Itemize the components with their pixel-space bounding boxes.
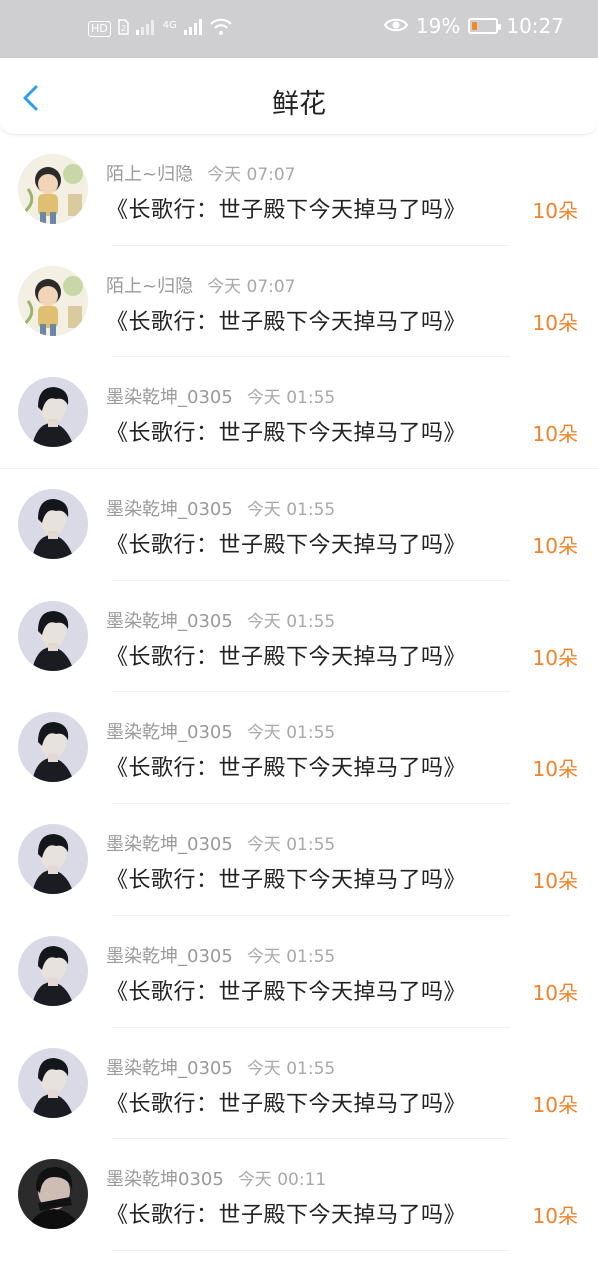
flower-count: 10朵 (532, 645, 578, 670)
avatar[interactable] (18, 824, 88, 895)
username[interactable]: 墨染乾坤0305 (106, 1169, 224, 1190)
book-title[interactable]: 《长歌行：世子殿下今天掉马了吗》 (106, 639, 466, 671)
book-title[interactable]: 《长歌行：世子殿下今天掉马了吗》 (106, 1086, 466, 1118)
avatar[interactable] (18, 154, 88, 224)
flower-count: 10朵 (532, 980, 578, 1005)
list-item[interactable]: 墨染乾坤_0305 今天 01:55 《长歌行：世子殿下今天掉马了吗》 10朵 (0, 804, 598, 916)
item-meta: 墨染乾坤0305 今天 00:11 (106, 1165, 326, 1191)
avatar[interactable] (18, 265, 88, 336)
hd-badge: HD (88, 21, 111, 37)
book-title[interactable]: 《长歌行：世子殿下今天掉马了吗》 (106, 750, 466, 782)
flower-count: 10朵 (532, 422, 578, 447)
timestamp: 今天 07:07 (207, 276, 296, 297)
avatar[interactable] (18, 935, 88, 1006)
avatar[interactable] (18, 377, 88, 448)
username[interactable]: 陌上~归隐 (106, 164, 193, 185)
username[interactable]: 墨染乾坤_0305 (106, 946, 233, 967)
battery-icon (468, 18, 502, 34)
list-item[interactable]: 陌上~归隐 今天 07:07 《长歌行：世子殿下今天掉马了吗》 10朵 (0, 246, 598, 358)
divider (112, 1249, 510, 1251)
timestamp: 今天 00:11 (237, 1170, 327, 1191)
flower-count: 10朵 (532, 310, 578, 335)
flower-count: 10朵 (532, 199, 578, 223)
avatar[interactable] (18, 489, 88, 560)
clock: 10:27 (506, 14, 564, 38)
username[interactable]: 墨染乾坤_0305 (106, 1058, 233, 1079)
list-item[interactable]: 墨染乾坤_0305 今天 01:55 《长歌行：世子殿下今天掉马了吗》 10朵 (0, 916, 598, 1028)
avatar[interactable] (18, 1159, 88, 1230)
list-item[interactable]: 墨染乾坤_0305 今天 01:55 《长歌行：世子殿下今天掉马了吗》 10朵 (0, 692, 598, 805)
item-meta: 墨染乾坤_0305 今天 01:55 (106, 830, 335, 856)
item-meta: 墨染乾坤_0305 今天 01:55 (106, 383, 335, 409)
book-title[interactable]: 《长歌行：世子殿下今天掉马了吗》 (106, 192, 466, 224)
book-title[interactable]: 《长歌行：世子殿下今天掉马了吗》 (106, 862, 466, 894)
signal-icon (135, 18, 157, 40)
book-title[interactable]: 《长歌行：世子殿下今天掉马了吗》 (106, 974, 466, 1006)
item-meta: 墨染乾坤_0305 今天 01:55 (106, 942, 335, 968)
book-title[interactable]: 《长歌行：世子殿下今天掉马了吗》 (106, 1197, 466, 1229)
timestamp: 今天 01:55 (246, 946, 336, 967)
svg-text:2: 2 (121, 24, 126, 33)
list-item[interactable]: 墨染乾坤0305 今天 00:11 《长歌行：世子殿下今天掉马了吗》 10朵 (0, 1139, 598, 1251)
item-meta: 墨染乾坤_0305 今天 01:55 (106, 607, 335, 633)
wifi-icon (209, 18, 233, 40)
list-item[interactable]: 墨染乾坤_0305 今天 01:55 《长歌行：世子殿下今天掉马了吗》 10朵 (0, 1028, 598, 1140)
avatar[interactable] (18, 1047, 88, 1118)
list-item[interactable]: 陌上~归隐 今天 07:07 《长歌行：世子殿下今天掉马了吗》 10朵 (0, 134, 598, 246)
flower-count: 10朵 (532, 757, 578, 782)
flower-count: 10朵 (532, 534, 578, 559)
page-title: 鲜花 (272, 89, 326, 120)
username[interactable]: 墨染乾坤_0305 (106, 611, 233, 632)
item-meta: 墨染乾坤_0305 今天 01:55 (106, 495, 335, 521)
flower-count: 10朵 (532, 869, 578, 894)
list-item[interactable]: 墨染乾坤_0305 今天 01:55 《长歌行：世子殿下今天掉马了吗》 10朵 (0, 581, 598, 693)
status-right-icons: 19% 10:27 (383, 14, 564, 38)
avatar[interactable] (18, 600, 88, 671)
sim-icon: 2 (117, 19, 129, 39)
timestamp: 今天 01:55 (246, 388, 336, 409)
list-item[interactable]: 墨染乾坤_0305 今天 01:55 《长歌行：世子殿下今天掉马了吗》 10朵 (0, 357, 598, 470)
timestamp: 今天 01:55 (246, 500, 336, 521)
username[interactable]: 陌上~归隐 (106, 276, 193, 297)
book-title[interactable]: 《长歌行：世子殿下今天掉马了吗》 (106, 415, 466, 447)
battery-level (472, 22, 477, 30)
timestamp: 今天 01:55 (246, 723, 336, 744)
username[interactable]: 墨染乾坤_0305 (106, 722, 233, 743)
item-meta: 陌上~归隐 今天 07:07 (106, 160, 296, 186)
eye-icon (383, 14, 409, 38)
list-item[interactable]: 墨染乾坤_0305 今天 01:55 《长歌行：世子殿下今天掉马了吗》 10朵 (0, 469, 598, 581)
gift-list: 陌上~归隐 今天 07:07 《长歌行：世子殿下今天掉马了吗》 10朵 陌上~归隐… (0, 134, 598, 1251)
status-bar: HD 2 4G 19% 10:27 (0, 0, 598, 58)
header: 鲜花 (0, 58, 598, 135)
book-title[interactable]: 《长歌行：世子殿下今天掉马了吗》 (106, 527, 466, 559)
item-meta: 墨染乾坤_0305 今天 01:55 (106, 1054, 335, 1080)
timestamp: 今天 01:55 (246, 835, 336, 856)
status-left-icons: HD 2 4G (88, 18, 233, 40)
book-title[interactable]: 《长歌行：世子殿下今天掉马了吗》 (106, 304, 466, 336)
item-meta: 墨染乾坤_0305 今天 01:55 (106, 718, 335, 744)
net-label: 4G (162, 19, 177, 31)
flower-count: 10朵 (532, 1092, 578, 1117)
username[interactable]: 墨染乾坤_0305 (106, 834, 233, 855)
battery-percent: 19% (415, 14, 461, 38)
username[interactable]: 墨染乾坤_0305 (106, 387, 233, 408)
avatar[interactable] (18, 712, 88, 783)
timestamp: 今天 01:55 (246, 611, 336, 632)
timestamp: 今天 07:07 (207, 165, 296, 185)
timestamp: 今天 01:55 (246, 1058, 336, 1079)
username[interactable]: 墨染乾坤_0305 (106, 499, 233, 520)
flower-count: 10朵 (532, 1204, 578, 1229)
signal-icon-2 (183, 18, 203, 40)
item-meta: 陌上~归隐 今天 07:07 (106, 272, 296, 298)
